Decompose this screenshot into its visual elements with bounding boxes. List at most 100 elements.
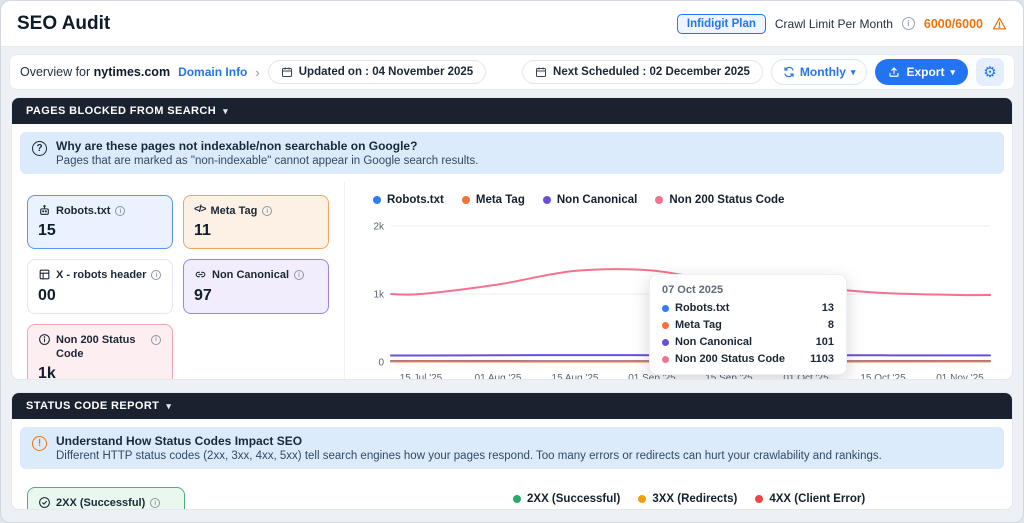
legend-item-robots[interactable]: Robots.txt xyxy=(373,194,444,206)
tooltip-dot xyxy=(662,356,669,363)
info-title: Understand How Status Codes Impact SEO xyxy=(56,434,882,448)
info-subtitle: Pages that are marked as "non-indexable"… xyxy=(56,155,478,167)
legend-item-non-canonical[interactable]: Non Canonical xyxy=(543,194,638,206)
gear-icon: ⚙ xyxy=(983,63,996,81)
svg-text:0: 0 xyxy=(378,358,384,369)
svg-text:2k: 2k xyxy=(373,222,385,233)
header-grid-icon xyxy=(38,268,51,281)
top-header: SEO Audit Infidigit Plan Crawl Limit Per… xyxy=(1,1,1023,47)
pages-blocked-section: PAGES BLOCKED FROM SEARCH ▾ ? Why are th… xyxy=(11,97,1013,380)
status-code-title: STATUS CODE REPORT xyxy=(26,400,159,412)
overview-label: Overview for nytimes.com xyxy=(20,65,170,79)
updated-on-pill: Updated on : 04 November 2025 xyxy=(268,60,486,84)
tooltip-series-name: Meta Tag xyxy=(675,319,822,331)
tooltip-series-name: Robots.txt xyxy=(675,302,816,314)
legend-item-meta-tag[interactable]: Meta Tag xyxy=(462,194,525,206)
export-button[interactable]: Export ▾ xyxy=(875,59,968,85)
toolbar-left: Overview for nytimes.com Domain Info › U… xyxy=(20,60,486,84)
stat-card-non-200-status[interactable]: Non 200 Status Code i 1k xyxy=(27,324,173,381)
domain-name: nytimes.com xyxy=(94,65,170,79)
crawl-limit-value: 6000/6000 xyxy=(924,17,983,31)
alert-icon: ! xyxy=(32,436,47,451)
tooltip-dot xyxy=(662,339,669,346)
stat-label: Non Canonical xyxy=(212,268,289,282)
calendar-icon xyxy=(281,66,293,78)
stat-card-non-canonical[interactable]: Non Canonical i 97 xyxy=(183,259,329,313)
blocked-stat-cards: Robots.txt i 15 </> Meta Tag i 11 xyxy=(12,182,344,380)
crawl-limit-label: Crawl Limit Per Month xyxy=(775,17,893,31)
legend-dot xyxy=(543,196,551,204)
stat-value: 97 xyxy=(194,287,318,305)
info-icon[interactable]: i xyxy=(150,498,160,508)
legend-dot xyxy=(755,495,763,503)
status-code-info-banner: ! Understand How Status Codes Impact SEO… xyxy=(20,427,1004,469)
stat-value: 15 xyxy=(38,222,162,240)
robot-icon xyxy=(38,204,51,217)
svg-text:15 Oct '25: 15 Oct '25 xyxy=(860,373,906,380)
status-code-header[interactable]: STATUS CODE REPORT ▾ xyxy=(12,393,1012,419)
svg-text:15 Jul '25: 15 Jul '25 xyxy=(400,373,443,380)
tooltip-date: 07 Oct 2025 xyxy=(662,284,834,296)
link-icon xyxy=(194,268,207,281)
stat-value: 1k xyxy=(38,365,162,380)
export-label: Export xyxy=(906,65,944,79)
next-scheduled-pill: Next Scheduled : 02 December 2025 xyxy=(522,60,763,84)
stat-label: Non 200 Status Code xyxy=(56,333,146,362)
info-icon[interactable]: i xyxy=(294,270,304,280)
info-icon[interactable]: i xyxy=(151,335,161,345)
status-chart-legend: 2XX (Successful) 3XX (Redirects) 4XX (Cl… xyxy=(513,487,865,505)
pages-blocked-header[interactable]: PAGES BLOCKED FROM SEARCH ▾ xyxy=(12,98,1012,124)
legend-item-4xx[interactable]: 4XX (Client Error) xyxy=(755,493,865,505)
legend-label: 3XX (Redirects) xyxy=(652,493,737,505)
chevron-down-icon: ▾ xyxy=(950,67,955,78)
settings-button[interactable]: ⚙ xyxy=(976,58,1004,86)
legend-item-non-200[interactable]: Non 200 Status Code xyxy=(655,194,784,206)
check-circle-icon xyxy=(38,496,51,509)
pages-blocked-body: Robots.txt i 15 </> Meta Tag i 11 xyxy=(12,182,1012,380)
svg-text:01 Aug '25: 01 Aug '25 xyxy=(475,373,522,380)
info-icon[interactable]: i xyxy=(902,17,915,30)
plan-badge[interactable]: Infidigit Plan xyxy=(677,14,766,34)
info-title: Why are these pages not indexable/non se… xyxy=(56,139,478,153)
domain-info-link[interactable]: Domain Info xyxy=(178,65,247,79)
stat-card-robots-txt[interactable]: Robots.txt i 15 xyxy=(27,195,173,249)
frequency-dropdown[interactable]: Monthly ▾ xyxy=(771,59,868,85)
stat-card-2xx[interactable]: 2XX (Successful) i xyxy=(27,487,185,510)
tooltip-series-name: Non 200 Status Code xyxy=(675,353,804,365)
header-right: Infidigit Plan Crawl Limit Per Month i 6… xyxy=(677,14,1007,34)
stat-label: X - robots header xyxy=(56,268,146,282)
toolbar-right: Next Scheduled : 02 December 2025 Monthl… xyxy=(522,58,1004,86)
chevron-right-icon[interactable]: › xyxy=(255,65,259,80)
legend-label: Robots.txt xyxy=(387,194,444,206)
question-icon: ? xyxy=(32,141,47,156)
toolbar: Overview for nytimes.com Domain Info › U… xyxy=(9,54,1015,90)
calendar-icon xyxy=(535,66,547,78)
tooltip-row: Non Canonical101 xyxy=(662,336,834,348)
tooltip-dot xyxy=(662,305,669,312)
info-icon[interactable]: i xyxy=(262,206,272,216)
svg-text:1k: 1k xyxy=(373,290,385,301)
chevron-icon: ▾ xyxy=(223,106,228,117)
legend-item-3xx[interactable]: 3XX (Redirects) xyxy=(638,493,737,505)
tooltip-series-value: 13 xyxy=(822,302,834,314)
svg-text:15 Aug '25: 15 Aug '25 xyxy=(552,373,599,380)
warning-icon xyxy=(992,16,1007,31)
status-code-body: 2XX (Successful) i 2XX (Successful) 3XX … xyxy=(12,477,1012,510)
chevron-down-icon: ▾ xyxy=(851,67,856,78)
legend-label: 2XX (Successful) xyxy=(527,493,620,505)
blocked-trend-chart: Robots.txt Meta Tag Non Canonical Non 20… xyxy=(344,182,1012,380)
svg-text:01 Nov '25: 01 Nov '25 xyxy=(936,373,984,380)
legend-item-2xx[interactable]: 2XX (Successful) xyxy=(513,493,620,505)
legend-label: Meta Tag xyxy=(476,194,525,206)
frequency-label: Monthly xyxy=(800,65,846,79)
stat-card-x-robots-header[interactable]: X - robots header i 00 xyxy=(27,259,173,313)
stat-label: Robots.txt xyxy=(56,204,110,218)
pages-blocked-info-text: Why are these pages not indexable/non se… xyxy=(56,139,478,167)
info-circle-icon xyxy=(38,333,51,346)
info-icon[interactable]: i xyxy=(115,206,125,216)
chart-tooltip: 07 Oct 2025 Robots.txt13 Meta Tag8 Non C… xyxy=(649,274,847,375)
tooltip-series-name: Non Canonical xyxy=(675,336,810,348)
info-icon[interactable]: i xyxy=(151,270,161,280)
stat-card-meta-tag[interactable]: </> Meta Tag i 11 xyxy=(183,195,329,249)
next-scheduled-text: Next Scheduled : 02 December 2025 xyxy=(553,66,750,78)
